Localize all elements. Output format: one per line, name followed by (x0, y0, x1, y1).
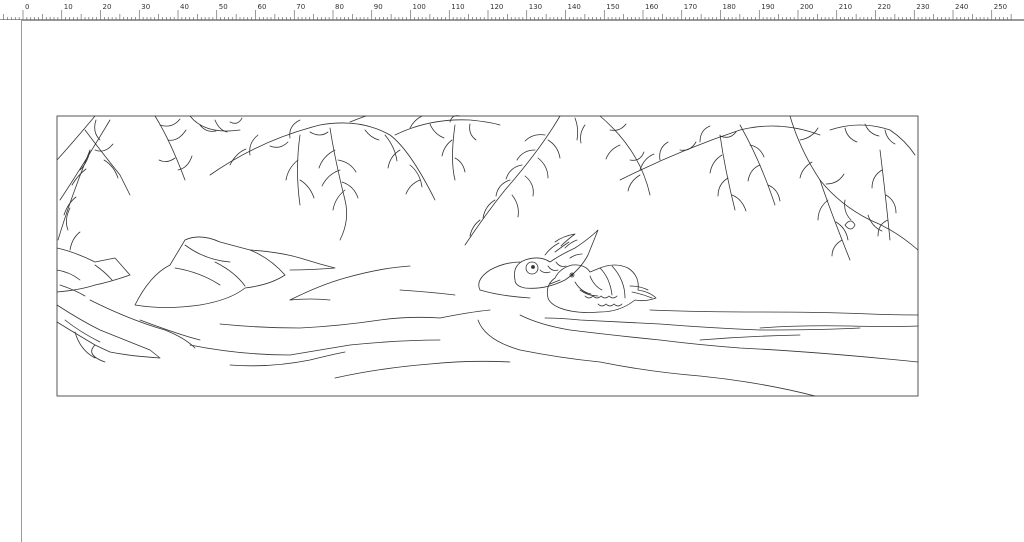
ruler-label: 240 (955, 3, 968, 11)
ruler-label: 190 (761, 3, 774, 11)
ruler-label: 80 (335, 3, 344, 11)
ruler-label: 230 (916, 3, 929, 11)
ruler-label: 140 (568, 3, 581, 11)
ruler-label: 90 (374, 3, 383, 11)
ruler-label: 40 (180, 3, 189, 11)
horizontal-ruler-graphic: 0 10 20 30 40 50 60 70 80 90 100 110 120 130 140 150 160… (0, 3, 1024, 20)
ruler-label: 20 (103, 3, 112, 11)
ruler-label: 50 (219, 3, 228, 11)
vertical-ruler[interactable] (0, 20, 22, 542)
line-art-drawing (56, 115, 919, 397)
ruler-label: 170 (684, 3, 697, 11)
ruler-label: 120 (490, 3, 503, 11)
ruler-label: 0 (25, 3, 29, 11)
ruler-label: 250 (994, 3, 1007, 11)
ruler-label: 200 (800, 3, 813, 11)
willow-branches (56, 115, 919, 261)
mandarin-ducks (514, 229, 657, 313)
drawing-canvas[interactable] (23, 21, 1024, 542)
horizontal-ruler[interactable]: 0 10 20 30 40 50 60 70 80 90 100 110 120 130 140 150 160… (0, 0, 1024, 21)
ruler-label: 210 (839, 3, 852, 11)
ruler-label: 160 (645, 3, 658, 11)
vertical-ruler-graphic (21, 20, 22, 542)
ruler-label: 180 (723, 3, 736, 11)
ruler-label: 110 (451, 3, 464, 11)
ruler-label: 100 (413, 3, 426, 11)
ruler-label: 60 (258, 3, 267, 11)
water-ripples (89, 261, 919, 397)
ruler-label: 30 (141, 3, 150, 11)
page-frame (56, 115, 919, 397)
ruler-label: 70 (296, 3, 305, 11)
ruler-label: 10 (64, 3, 73, 11)
ruler-label: 150 (606, 3, 619, 11)
drawing-app-window: 0 10 20 30 40 50 60 70 80 90 100 110 120 130 140 150 160… (0, 0, 1024, 542)
ruler-label: 220 (878, 3, 891, 11)
ruler-label: 130 (529, 3, 542, 11)
